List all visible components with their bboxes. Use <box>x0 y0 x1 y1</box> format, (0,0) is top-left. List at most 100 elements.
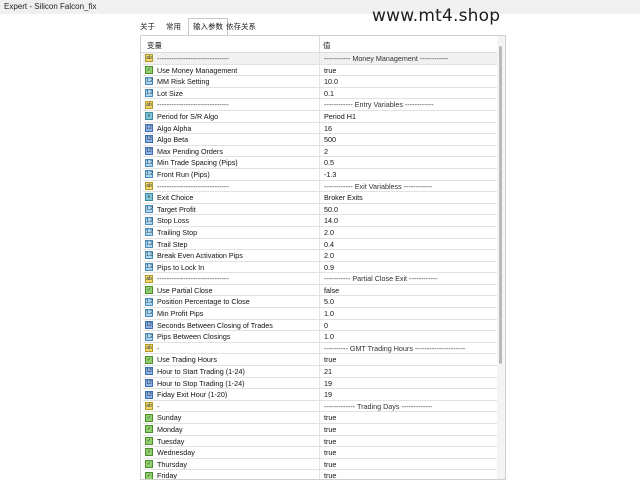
parameter-row[interactable]: ≡ Exit Choice Broker Exits <box>143 192 497 204</box>
tab-about[interactable]: 关于 <box>136 20 159 34</box>
parameter-row[interactable]: ✓ Sunday true <box>143 412 497 424</box>
tab-strip: 关于 常用 输入参数 依存关系 <box>134 18 640 35</box>
parameter-value[interactable]: ----------- Partial Close Exit ---------… <box>324 273 438 285</box>
parameter-row[interactable]: 1.2 Stop Loss 14.0 <box>143 215 497 227</box>
parameter-row[interactable]: ✓ Use Partial Close false <box>143 284 497 297</box>
parameter-row[interactable]: 1.2 MM Risk Setting 10.0 <box>143 76 497 88</box>
parameter-value[interactable]: ------------ Entry Variables -----------… <box>324 99 434 111</box>
parameter-row[interactable]: 1.2 Trailing Stop 2.0 <box>143 226 497 239</box>
parameter-value[interactable]: 1.0 <box>324 331 334 343</box>
parameter-row[interactable]: ab ------------------------------ --------… <box>143 180 497 193</box>
boolean-icon: ✓ <box>145 425 153 434</box>
parameter-row[interactable]: 1.2 Lot Size 0.1 <box>143 87 497 100</box>
parameter-value[interactable]: 0.5 <box>324 157 334 169</box>
parameter-row[interactable]: 1.2 Break Even Activation Pips 2.0 <box>143 250 497 262</box>
integer-icon: 12 <box>145 378 153 387</box>
scrollbar-thumb[interactable] <box>499 46 502 364</box>
parameter-value[interactable]: true <box>324 412 336 424</box>
boolean-icon: ✓ <box>145 471 153 479</box>
parameter-value[interactable]: 5.0 <box>324 296 334 308</box>
parameter-row[interactable]: 12 Max Pending Orders 2 <box>143 145 497 158</box>
parameter-row[interactable]: 1.2 Trail Step 0.4 <box>143 238 497 251</box>
double-icon: 1.2 <box>145 170 153 179</box>
parameter-row[interactable]: ab ------------------------------ --------… <box>143 273 497 285</box>
column-header-variable[interactable]: 变量 <box>147 40 162 51</box>
parameter-name: Target Profit <box>157 204 196 214</box>
parameter-row[interactable]: ✓ Tuesday true <box>143 435 497 448</box>
column-header-value[interactable]: 值 <box>323 40 331 51</box>
column-divider[interactable] <box>319 36 320 52</box>
double-icon: 1.2 <box>145 216 153 225</box>
parameter-value[interactable]: ------------ Exit Variabless -----------… <box>324 181 432 193</box>
window-titlebar: Expert - Silicon Falcon_fix <box>0 0 640 14</box>
parameter-row[interactable]: ✓ Monday true <box>143 424 497 436</box>
parameter-row[interactable]: ab ------------------------------ --------… <box>143 99 497 111</box>
parameter-value[interactable]: 0 <box>324 320 328 332</box>
parameter-row[interactable]: ✓ Wednesday true <box>143 447 497 459</box>
parameter-value[interactable]: true <box>324 424 336 436</box>
parameter-value[interactable]: 19 <box>324 389 332 401</box>
parameter-value[interactable]: true <box>324 470 336 479</box>
parameter-value[interactable]: false <box>324 285 339 297</box>
parameter-row[interactable]: ab ------------------------------ --------… <box>143 53 497 65</box>
parameter-value[interactable]: true <box>324 459 336 471</box>
parameter-value[interactable]: 2 <box>324 146 328 158</box>
parameter-row[interactable]: 12 Hour to Stop Trading (1-24) 19 <box>143 377 497 390</box>
parameter-row[interactable]: ✓ Thursday true <box>143 458 497 471</box>
parameter-name: Sunday <box>157 413 182 423</box>
vertical-scrollbar[interactable] <box>497 36 505 479</box>
row-column-divider <box>319 458 320 470</box>
parameter-value[interactable]: 16 <box>324 123 332 135</box>
parameter-row[interactable]: ab - ------------- Trading Days ----------… <box>143 400 497 413</box>
parameter-value[interactable]: 1.0 <box>324 308 334 320</box>
parameter-row[interactable]: 1.2 Pips Between Closings 1.0 <box>143 331 497 343</box>
parameter-value[interactable]: 2.0 <box>324 250 334 262</box>
variable-icon: ab <box>145 344 153 353</box>
row-column-divider <box>319 134 320 145</box>
parameter-value[interactable]: 50.0 <box>324 204 338 216</box>
parameter-value[interactable]: true <box>324 65 336 77</box>
parameter-row[interactable]: 1.2 Target Profit 50.0 <box>143 203 497 216</box>
parameter-value[interactable]: 10.0 <box>324 76 338 88</box>
parameter-value[interactable]: 19 <box>324 378 332 390</box>
parameter-value[interactable]: true <box>324 354 336 366</box>
parameter-row[interactable]: 1.2 Min Profit Pips 1.0 <box>143 308 497 320</box>
parameter-name: Pips Between Closings <box>157 332 231 342</box>
window-title: Expert - Silicon Falcon_fix <box>4 2 97 11</box>
parameter-row[interactable]: 1.2 Position Percentage to Close 5.0 <box>143 296 497 309</box>
tab-common[interactable]: 常用 <box>162 20 185 34</box>
parameter-value[interactable]: 2.0 <box>324 227 334 239</box>
parameter-row[interactable]: 12 Algo Beta 500 <box>143 134 497 146</box>
parameter-value[interactable]: ------------- Trading Days ------------- <box>324 401 433 413</box>
parameter-row[interactable]: 12 Algo Alpha 16 <box>143 122 497 135</box>
tab-dependencies[interactable]: 依存关系 <box>222 20 260 34</box>
parameter-row[interactable]: 12 Hour to Start Trading (1-24) 21 <box>143 366 497 378</box>
parameter-row[interactable]: ✓ Use Trading Hours true <box>143 354 497 367</box>
parameter-row[interactable]: ab - ---------- GMT Trading Hours --------… <box>143 342 497 355</box>
parameter-value[interactable]: 0.1 <box>324 88 334 100</box>
parameter-value[interactable]: 0.9 <box>324 262 334 274</box>
parameter-row[interactable]: ✓ Friday true <box>143 470 497 479</box>
row-column-divider <box>319 366 320 377</box>
parameter-value[interactable]: ---------- GMT Trading Hours -----------… <box>324 343 465 355</box>
parameter-value[interactable]: 21 <box>324 366 332 378</box>
parameter-row[interactable]: 1.2 Front Run (Pips) -1.3 <box>143 168 497 181</box>
parameter-row[interactable]: ≡ Period for S/R Algo Period H1 <box>143 110 497 123</box>
parameter-value[interactable]: -1.3 <box>324 169 336 181</box>
parameter-value[interactable]: 0.4 <box>324 239 334 251</box>
parameter-row[interactable]: 1.2 Pips to Lock In 0.9 <box>143 261 497 274</box>
parameter-name: Fiday Exit Hour (1-20) <box>157 390 228 400</box>
parameter-value[interactable]: Period H1 <box>324 111 356 123</box>
parameter-value[interactable]: 500 <box>324 134 336 146</box>
parameter-row[interactable]: 1.2 Min Trade Spacing (Pips) 0.5 <box>143 157 497 169</box>
parameter-value[interactable]: ----------- Money Management -----------… <box>324 53 449 65</box>
parameter-value[interactable]: true <box>324 447 336 459</box>
parameter-name: Use Trading Hours <box>157 355 217 365</box>
parameter-value[interactable]: 14.0 <box>324 215 338 227</box>
boolean-icon: ✓ <box>145 65 153 74</box>
parameter-value[interactable]: Broker Exits <box>324 192 363 204</box>
parameter-value[interactable]: true <box>324 436 336 448</box>
parameter-row[interactable]: 12 Fiday Exit Hour (1-20) 19 <box>143 389 497 401</box>
parameter-row[interactable]: 12 Seconds Between Closing of Trades 0 <box>143 319 497 332</box>
parameter-row[interactable]: ✓ Use Money Management true <box>143 64 497 77</box>
